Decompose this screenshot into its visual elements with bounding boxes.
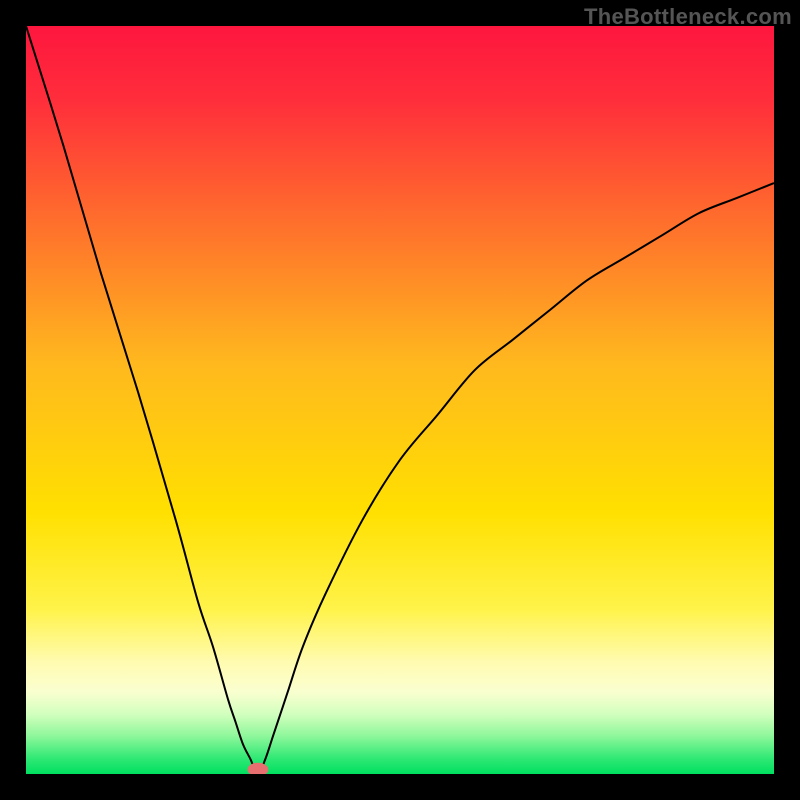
chart-frame: TheBottleneck.com	[0, 0, 800, 800]
attribution-text: TheBottleneck.com	[584, 4, 792, 30]
gradient-background	[26, 26, 774, 774]
bottleneck-chart	[26, 26, 774, 774]
plot-area	[26, 26, 774, 774]
